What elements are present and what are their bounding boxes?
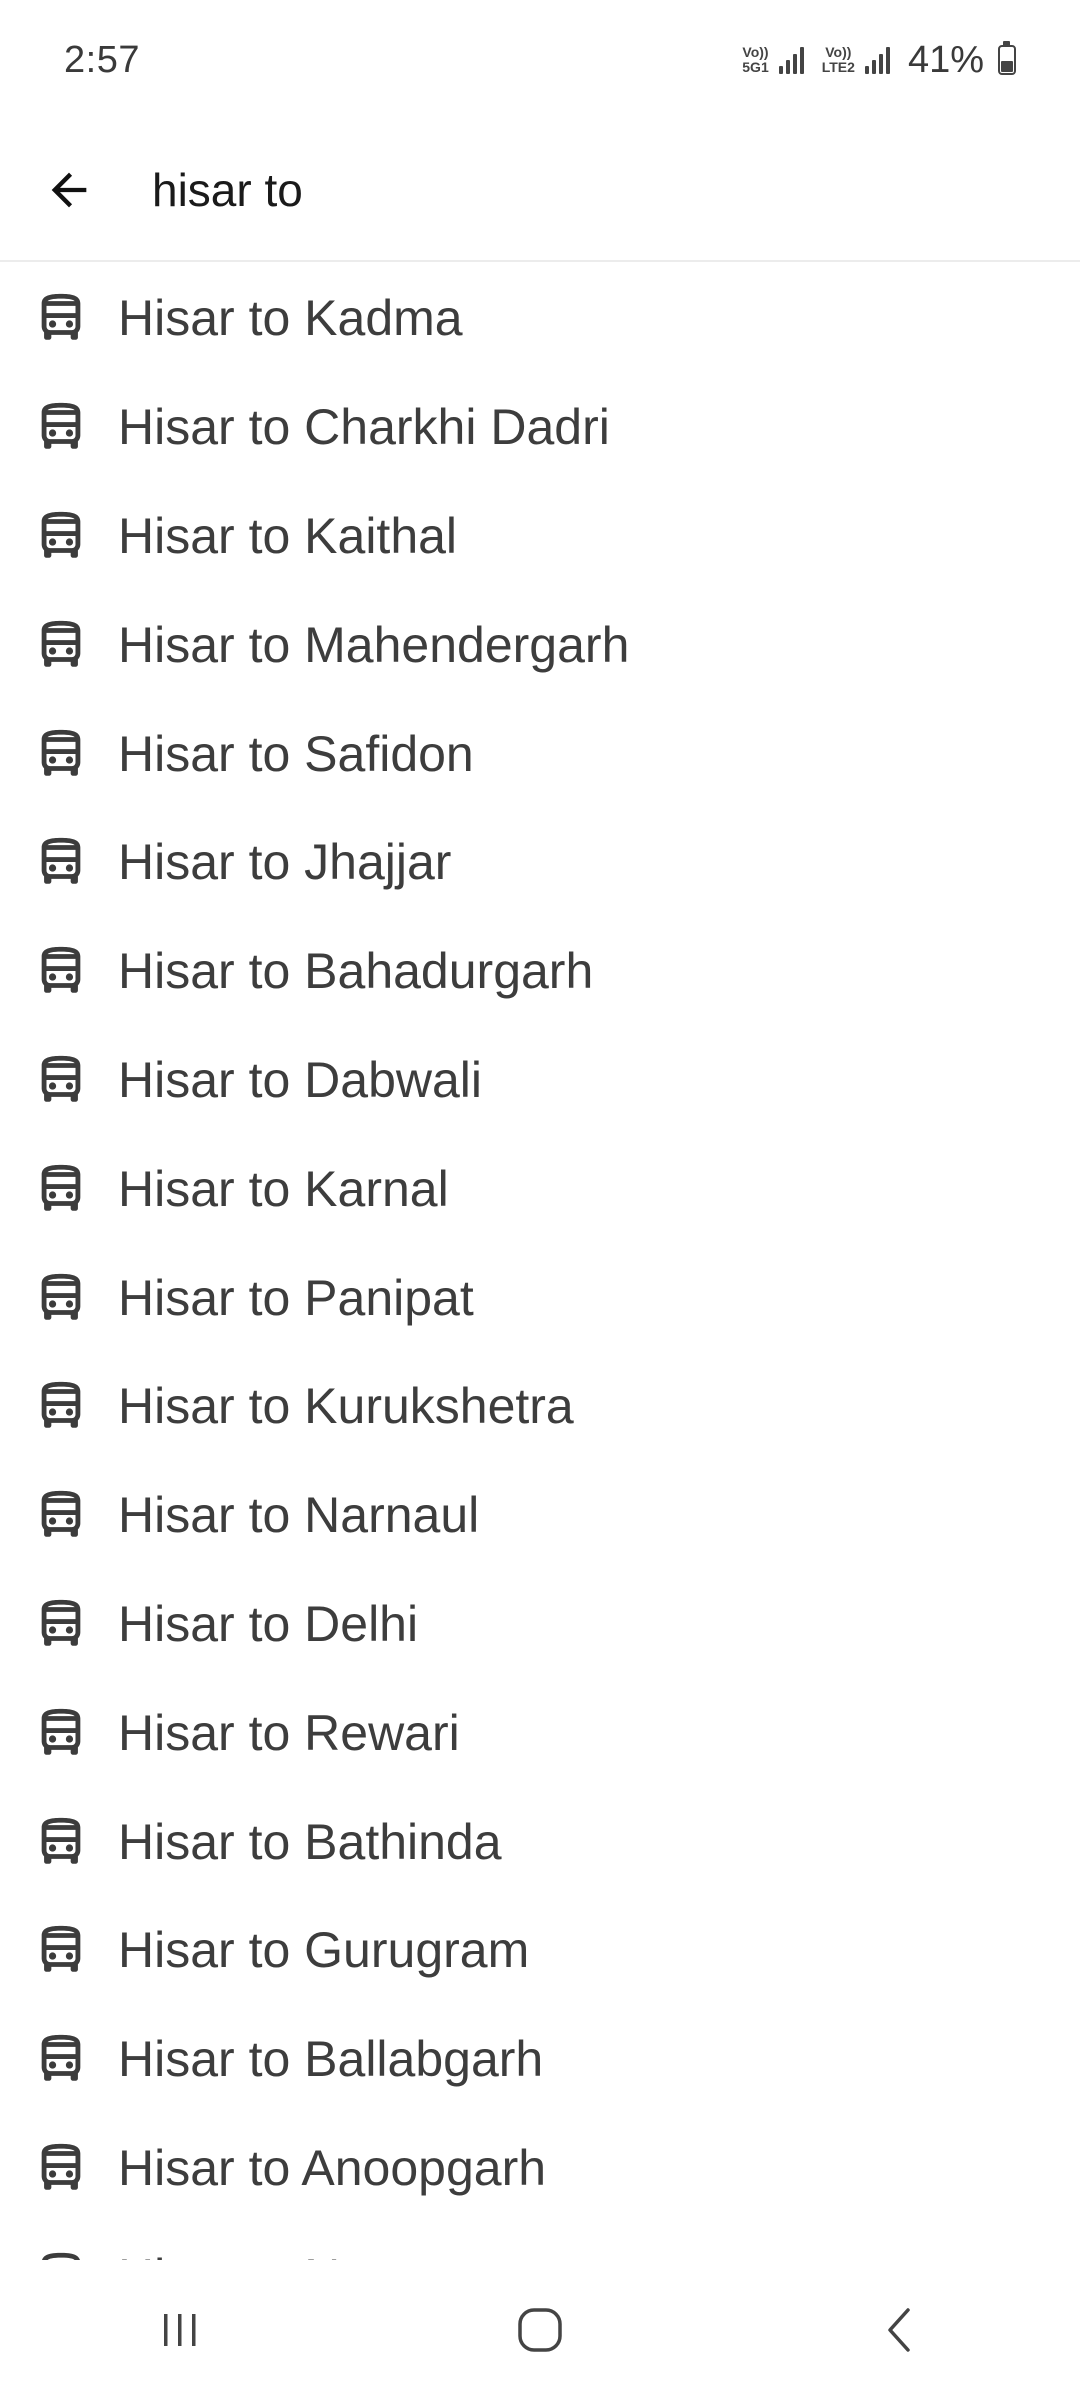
list-item[interactable]: Hisar to Karnal [0, 1134, 1080, 1243]
search-input[interactable] [152, 150, 1012, 230]
bus-icon [41, 620, 81, 667]
list-item-label: Hisar to Safidon [118, 725, 474, 782]
bus-icon [41, 1055, 81, 1102]
list-item[interactable]: Hisar to Gurugram [0, 1896, 1080, 2005]
list-item-label: Hisar to Bahadurgarh [118, 943, 594, 1000]
list-item-label: Hisar to Karnal [118, 1160, 449, 1217]
recents-button[interactable] [100, 2280, 260, 2380]
list-item-label: Hisar to Na [118, 2248, 368, 2260]
list-item[interactable]: Hisar to Anoopgarh [0, 2114, 1080, 2223]
sim1-signal-icon [778, 46, 804, 74]
battery-fill [1001, 61, 1013, 72]
back-chevron-icon [888, 2308, 910, 2352]
bus-icon [41, 294, 81, 341]
list-item[interactable]: Hisar to Kurukshetra [0, 1352, 1080, 1461]
list-item[interactable]: Hisar to Rewari [0, 1678, 1080, 1787]
bus-icon [41, 1382, 81, 1429]
bus-icon [41, 1599, 81, 1646]
list-item-label: Hisar to Mahendergarh [118, 616, 630, 673]
bus-icon [41, 1708, 81, 1755]
battery-percentage: 41% [907, 38, 984, 81]
bus-icon [41, 2143, 81, 2190]
list-item[interactable]: Hisar to Mahendergarh [0, 590, 1080, 699]
list-item[interactable]: Hisar to Kaithal [0, 482, 1080, 591]
list-item[interactable]: Hisar to Ballabgarh [0, 2005, 1080, 2114]
list-item-label: Hisar to Narnaul [118, 1487, 480, 1544]
bus-icon [41, 511, 81, 558]
recents-icon [164, 2314, 196, 2346]
list-item-label: Hisar to Jhajjar [118, 834, 452, 891]
list-item-label: Hisar to Panipat [118, 1269, 474, 1326]
bus-icon [41, 1490, 81, 1537]
search-header [0, 120, 1080, 262]
bus-icon [41, 403, 81, 449]
sim2-network-label: Vo)) LTE2 [821, 44, 855, 75]
bus-icon [41, 1817, 81, 1864]
list-item-label: Hisar to Delhi [118, 1595, 419, 1652]
bus-icon [41, 1164, 81, 1211]
list-item[interactable]: Hisar to Safidon [0, 699, 1080, 808]
list-item-label: Hisar to Rewari [118, 1704, 460, 1761]
home-icon [518, 2308, 562, 2352]
list-item-label: Hisar to Ballabgarh [118, 2031, 544, 2088]
battery-icon [998, 41, 1016, 75]
list-item[interactable]: Hisar to Kadma [0, 264, 1080, 373]
list-item-label: Hisar to Anoopgarh [118, 2139, 547, 2196]
status-bar: 2:57 Vo)) 5G1 Vo)) LTE2 41% [0, 0, 1080, 120]
arrow-left-icon [51, 172, 87, 208]
list-item-label: Hisar to Gurugram [118, 1922, 530, 1979]
status-time: 2:57 [64, 38, 140, 81]
list-item[interactable]: Hisar to Bathinda [0, 1787, 1080, 1896]
list-item[interactable]: Hisar to Jhajjar [0, 808, 1080, 917]
back-button[interactable] [34, 155, 104, 225]
list-item[interactable]: Hisar to Charkhi Dadri [0, 373, 1080, 482]
suggestion-list: Hisar to Kadma Hisar to Charkhi Dadri Hi… [0, 264, 1080, 2260]
list-item[interactable]: Hisar to Narnaul [0, 1461, 1080, 1570]
list-item-label: Hisar to Charkhi Dadri [118, 399, 610, 456]
list-item[interactable]: Hisar to Bahadurgarh [0, 917, 1080, 1026]
status-indicators: Vo)) 5G1 Vo)) LTE2 41% [742, 39, 1016, 82]
bus-icon [41, 1273, 81, 1320]
list-item[interactable]: Hisar to Na [0, 2222, 1080, 2260]
bus-icon [41, 729, 81, 776]
navigation-bar [0, 2260, 1080, 2400]
bus-icon [41, 2034, 81, 2081]
bus-icon [41, 1926, 81, 1973]
bus-icon [41, 947, 81, 993]
list-item[interactable]: Hisar to Panipat [0, 1243, 1080, 1352]
list-item-label: Hisar to Dabwali [118, 1051, 483, 1108]
system-back-button[interactable] [820, 2280, 980, 2380]
bus-icon [42, 2252, 80, 2260]
sim2-signal-icon [864, 46, 890, 74]
bus-icon [41, 838, 81, 885]
list-item[interactable]: Hisar to Delhi [0, 1570, 1080, 1679]
home-button[interactable] [460, 2280, 620, 2380]
list-item-label: Hisar to Kadma [118, 290, 463, 347]
list-item-label: Hisar to Kaithal [118, 507, 458, 564]
list-item-label: Hisar to Kurukshetra [118, 1378, 574, 1435]
list-item[interactable]: Hisar to Dabwali [0, 1026, 1080, 1135]
sim1-network-label: Vo)) 5G1 [742, 44, 769, 75]
list-item-label: Hisar to Bathinda [118, 1813, 502, 1870]
